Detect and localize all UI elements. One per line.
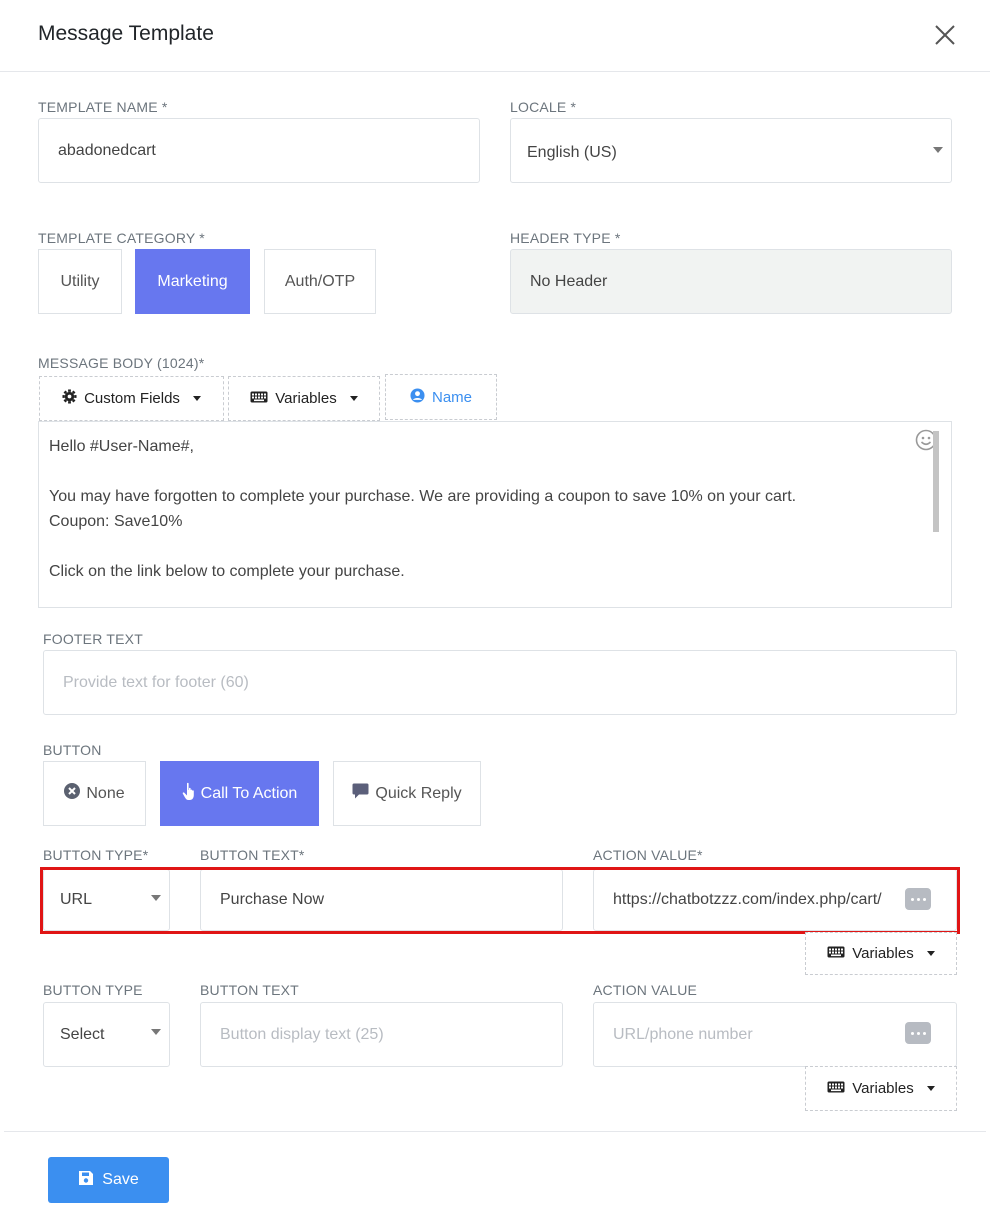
chevron-down-icon: [349, 396, 358, 401]
button-type-select-2[interactable]: Select: [43, 1002, 170, 1067]
action-value-input-2[interactable]: URL/phone number: [593, 1002, 957, 1067]
chevron-down-icon: [192, 396, 201, 401]
message-body-textarea[interactable]: Hello #User-Name#, You may have forgotte…: [38, 421, 952, 608]
footer-divider: [4, 1131, 986, 1132]
button-quick-reply-label: Quick Reply: [375, 784, 462, 802]
hand-pointer-icon: [182, 782, 198, 806]
chevron-down-icon: [933, 147, 943, 153]
name-label: Name: [431, 388, 472, 406]
button-type-label-2: BUTTON TYPE: [43, 982, 143, 998]
variables-dropdown[interactable]: Variables: [228, 376, 380, 421]
comment-icon: [352, 783, 369, 804]
insert-name-button[interactable]: Name: [385, 374, 497, 420]
category-marketing-button[interactable]: Marketing: [135, 249, 250, 314]
variables-label: Variables: [852, 945, 914, 962]
header-divider: [0, 71, 990, 72]
save-label: Save: [102, 1171, 139, 1188]
action-variables-dropdown[interactable]: Variables: [805, 932, 957, 975]
category-utility-button[interactable]: Utility: [38, 249, 122, 314]
variables-label: Variables: [852, 1080, 914, 1097]
chevron-down-icon: [151, 1029, 161, 1035]
body-line: [49, 534, 941, 559]
locale-value: English (US): [527, 143, 617, 161]
keyboard-icon: [250, 390, 268, 407]
modal-title: Message Template: [38, 22, 214, 45]
body-line: Click on the link below to complete your…: [49, 563, 405, 580]
message-body-label: MESSAGE BODY (1024)*: [38, 355, 205, 371]
body-line: Coupon: Save10%: [49, 513, 183, 530]
button-type-value-2: Select: [60, 1025, 105, 1043]
category-auth-otp-label: Auth/OTP: [284, 272, 356, 290]
header-type-label: HEADER TYPE *: [510, 230, 621, 246]
button-text-label-2: BUTTON TEXT: [200, 982, 299, 998]
body-line: You may have forgotten to complete your …: [49, 488, 797, 505]
variables-label: Variables: [275, 390, 337, 407]
button-type-label: BUTTON TYPE*: [43, 847, 149, 863]
body-line: [49, 459, 941, 484]
close-icon[interactable]: [930, 20, 960, 50]
button-none-option[interactable]: None: [43, 761, 146, 826]
template-category-label: TEMPLATE CATEGORY *: [38, 230, 205, 246]
user-circle-icon: [410, 387, 425, 407]
body-scrollbar[interactable]: [933, 431, 939, 532]
button-call-to-action-label: Call To Action: [200, 784, 298, 802]
category-marketing-label: Marketing: [157, 272, 228, 290]
action-value-placeholder-2: URL/phone number: [613, 1025, 753, 1043]
highlight-box: [40, 867, 960, 934]
template-name-input[interactable]: abadonedcart: [38, 118, 480, 183]
header-type-value: No Header: [530, 272, 608, 290]
action-value-label: ACTION VALUE*: [593, 847, 703, 863]
button-text-label: BUTTON TEXT*: [200, 847, 305, 863]
category-auth-otp-button[interactable]: Auth/OTP: [264, 249, 376, 314]
button-quick-reply-option[interactable]: Quick Reply: [333, 761, 481, 826]
footer-placeholder: Provide text for footer (60): [63, 673, 249, 691]
action-variables-dropdown-2[interactable]: Variables: [805, 1066, 957, 1111]
chevron-down-icon: [926, 1086, 935, 1091]
template-name-value: abadonedcart: [58, 141, 156, 159]
times-circle-icon: [64, 783, 81, 804]
chevron-down-icon: [926, 951, 935, 956]
locale-select[interactable]: English (US): [510, 118, 952, 183]
action-value-label-2: ACTION VALUE: [593, 982, 698, 998]
keyboard-icon: [827, 945, 845, 962]
header-type-select[interactable]: No Header: [510, 249, 952, 314]
button-none-label: None: [86, 784, 125, 802]
button-section-label: BUTTON: [43, 742, 102, 758]
button-call-to-action-option[interactable]: Call To Action: [160, 761, 319, 826]
save-button[interactable]: Save: [48, 1157, 169, 1203]
button-text-input-2[interactable]: Button display text (25): [200, 1002, 563, 1067]
category-utility-label: Utility: [60, 272, 100, 290]
custom-fields-dropdown[interactable]: Custom Fields: [39, 376, 224, 421]
button-text-placeholder-2: Button display text (25): [220, 1025, 384, 1043]
keyboard-icon: [827, 1080, 845, 1097]
footer-label: FOOTER TEXT: [43, 631, 143, 647]
body-line: Hello #User-Name#,: [49, 438, 194, 455]
gear-icon: [62, 389, 77, 408]
save-icon: [78, 1170, 94, 1191]
locale-label: LOCALE *: [510, 99, 577, 115]
custom-fields-label: Custom Fields: [84, 390, 180, 407]
footer-input[interactable]: Provide text for footer (60): [43, 650, 957, 715]
ellipsis-icon[interactable]: [905, 1022, 931, 1044]
template-name-label: TEMPLATE NAME *: [38, 99, 168, 115]
